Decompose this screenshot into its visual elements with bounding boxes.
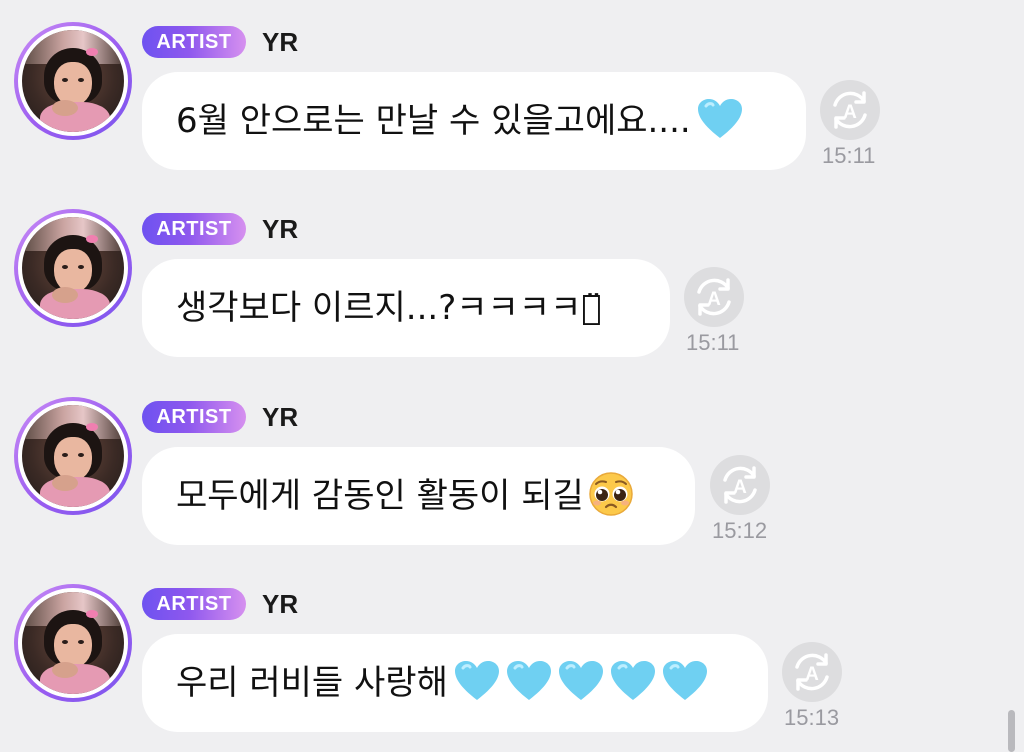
avatar-ring: [18, 588, 128, 698]
chat-message: ARTIST YR 생각보다 이르지...?ㅋㅋㅋㅋㅋ̈ A 15:11: [0, 187, 1024, 357]
sender-name[interactable]: YR: [262, 213, 298, 245]
message-bubble[interactable]: 6월 안으로는 만날 수 있을고에요....: [142, 72, 806, 170]
sender-name[interactable]: YR: [262, 401, 298, 433]
artist-badge: ARTIST: [142, 588, 246, 620]
translate-button[interactable]: A: [782, 642, 842, 702]
blue-heart-icon: [558, 661, 603, 700]
chat-message: ARTIST YR 우리 러비들 사랑해 A 15:13: [0, 562, 1024, 732]
translate-button[interactable]: A: [684, 267, 744, 327]
avatar-ring: [18, 401, 128, 511]
message-text: 생각보다 이르지...?ㅋㅋㅋㅋㅋ̈: [176, 288, 602, 328]
blue-heart-icon: [506, 661, 551, 700]
message-bubble[interactable]: 우리 러비들 사랑해: [142, 634, 768, 732]
message-text: 모두에게 감동인 활동이 되길: [176, 476, 584, 516]
message-bubble[interactable]: 생각보다 이르지...?ㅋㅋㅋㅋㅋ̈: [142, 259, 670, 357]
svg-text:A: A: [707, 289, 721, 310]
translate-button[interactable]: A: [710, 455, 770, 515]
artist-avatar[interactable]: [14, 397, 132, 515]
svg-text:A: A: [733, 477, 747, 498]
blue-heart-icon: [697, 99, 742, 138]
svg-text:A: A: [843, 102, 857, 123]
scrollbar[interactable]: [1008, 710, 1015, 752]
translate-icon: A: [697, 278, 731, 316]
avatar-photo: [22, 30, 124, 132]
chat-message: ARTIST YR 모두에게 감동인 활동이 되길 A 15:12: [0, 375, 1024, 545]
avatar-ring: [18, 26, 128, 136]
translate-icon: A: [795, 653, 829, 691]
artist-badge: ARTIST: [142, 26, 246, 58]
artist-badge: ARTIST: [142, 401, 246, 433]
avatar-photo: [22, 592, 124, 694]
message-bubble[interactable]: 모두에게 감동인 활동이 되길: [142, 447, 695, 545]
message-text: 우리 러비들 사랑해: [176, 663, 448, 703]
message-time: 15:11: [686, 330, 740, 355]
svg-text:A: A: [805, 664, 819, 685]
message-text: 6월 안으로는 만날 수 있을고에요....: [176, 101, 691, 141]
translate-icon: A: [833, 91, 867, 129]
sender-name[interactable]: YR: [262, 588, 298, 620]
pleading-face-icon: [589, 472, 633, 516]
artist-badge: ARTIST: [142, 213, 246, 245]
message-time: 15:12: [712, 518, 768, 543]
avatar-photo: [22, 217, 124, 319]
blue-heart-icon: [454, 661, 499, 700]
sender-name[interactable]: YR: [262, 26, 298, 58]
message-time: 15:11: [822, 143, 876, 168]
blue-heart-icon: [662, 661, 707, 700]
message-time: 15:13: [784, 705, 840, 730]
avatar-ring: [18, 213, 128, 323]
artist-avatar[interactable]: [14, 584, 132, 702]
translate-button[interactable]: A: [820, 80, 880, 140]
translate-icon: A: [723, 466, 757, 504]
avatar-photo: [22, 405, 124, 507]
artist-avatar[interactable]: [14, 209, 132, 327]
chat-message: ARTIST YR 6월 안으로는 만날 수 있을고에요.... A 15:11: [0, 0, 1024, 170]
artist-avatar[interactable]: [14, 22, 132, 140]
blue-heart-icon: [610, 661, 655, 700]
